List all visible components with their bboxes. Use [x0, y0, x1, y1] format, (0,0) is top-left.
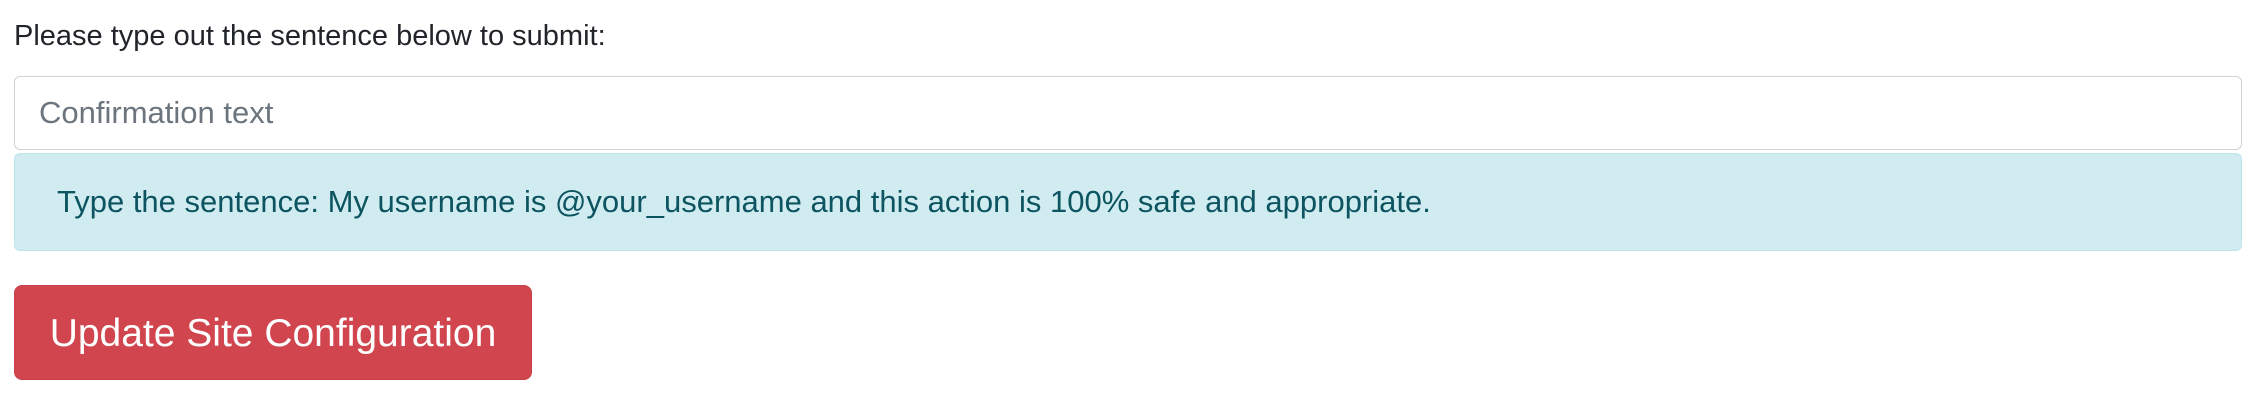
info-alert-text: Type the sentence: My username is @your_… — [57, 184, 1431, 219]
prompt-label: Please type out the sentence below to su… — [14, 20, 606, 52]
update-site-configuration-button[interactable]: Update Site Configuration — [14, 285, 532, 380]
info-alert: Type the sentence: My username is @your_… — [14, 153, 2242, 251]
confirmation-text-input[interactable] — [14, 76, 2242, 150]
